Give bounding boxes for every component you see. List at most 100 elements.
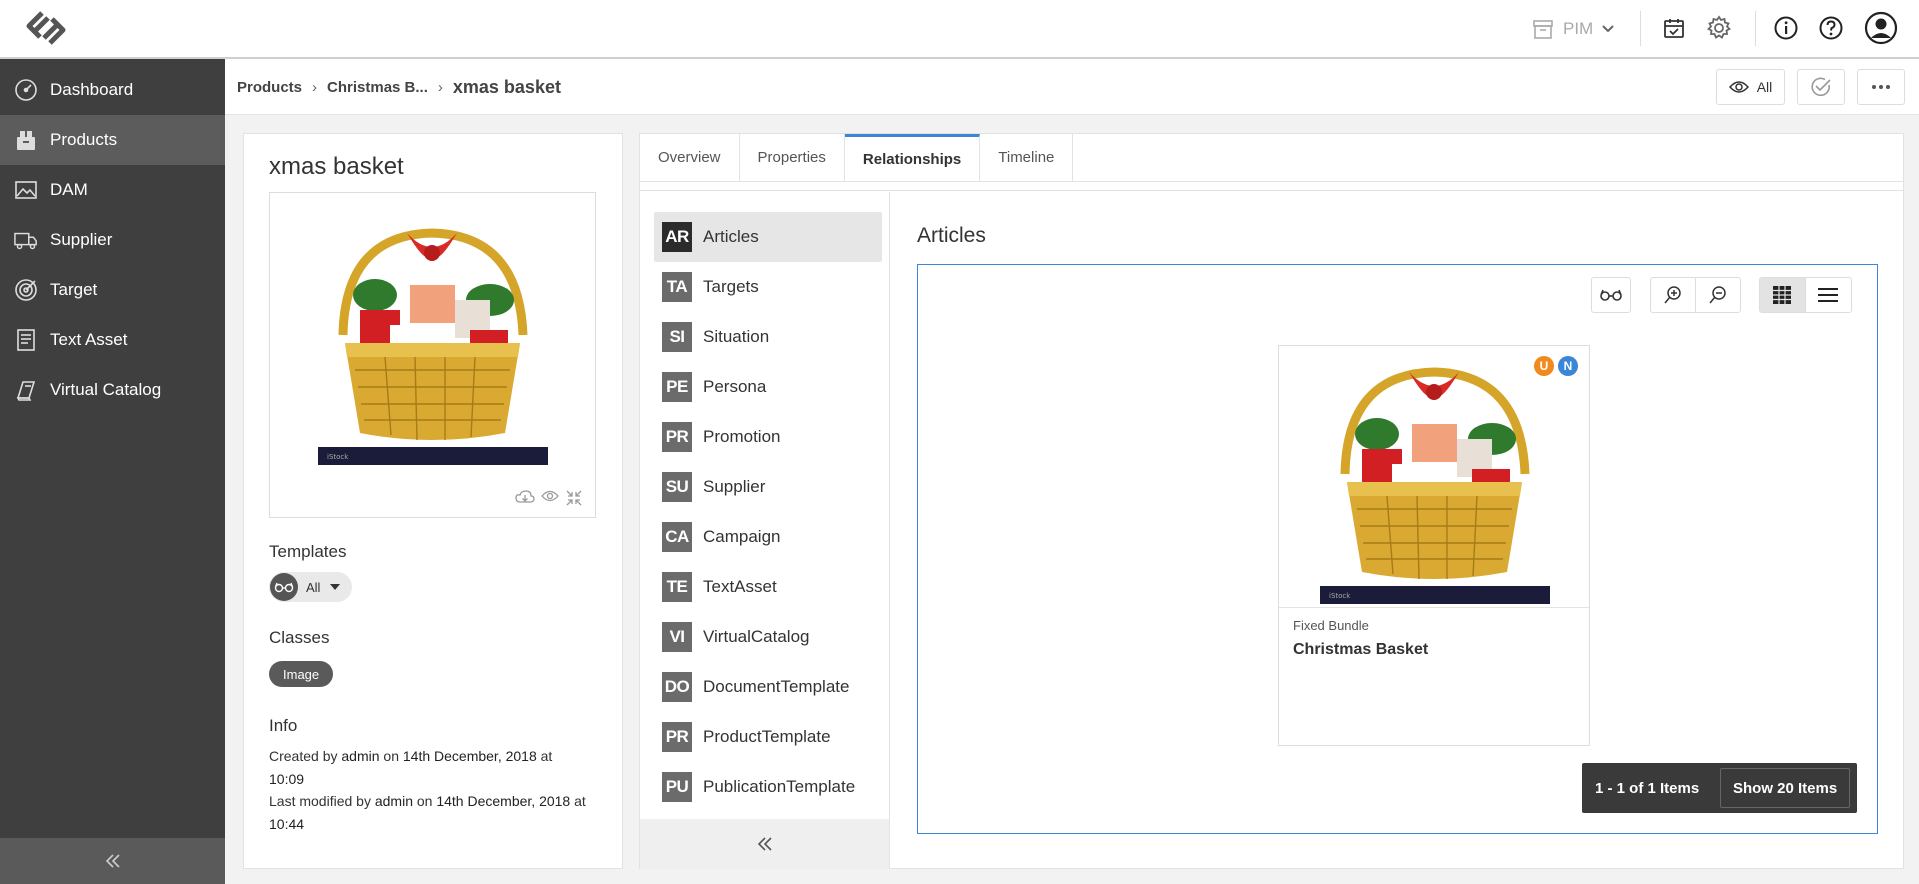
relationship-item-documenttemplate[interactable]: DO DocumentTemplate	[654, 662, 882, 712]
list-view-button[interactable]	[1806, 278, 1852, 312]
tab-bar: Overview Properties Relationships Timeli…	[640, 134, 1903, 182]
template-view-button[interactable]	[1591, 277, 1631, 313]
relationship-item-situation[interactable]: SI Situation	[654, 312, 882, 362]
sidebar-item-dam[interactable]: DAM	[0, 165, 225, 215]
tab-properties[interactable]: Properties	[740, 134, 845, 181]
sidebar-item-products[interactable]: Products	[0, 115, 225, 165]
relationship-label: TextAsset	[703, 577, 777, 596]
relationship-item-virtualcatalog[interactable]: VI VirtualCatalog	[654, 612, 882, 662]
cloud-download-icon[interactable]	[515, 489, 535, 505]
relationship-item-promotion[interactable]: PR Promotion	[654, 412, 882, 462]
box-icon	[14, 128, 38, 152]
classes-label: Classes	[269, 628, 330, 647]
zoom-in-button[interactable]	[1651, 278, 1696, 312]
gear-icon[interactable]	[1705, 14, 1733, 42]
book-icon	[14, 378, 38, 402]
relationship-code: AR	[662, 222, 692, 252]
collapse-arrows-icon[interactable]	[565, 489, 583, 507]
sidebar-item-label: DAM	[50, 180, 88, 199]
relationship-label: Situation	[703, 327, 770, 346]
eye-icon	[1728, 81, 1749, 93]
breadcrumb-products[interactable]: Products	[237, 79, 302, 96]
breadcrumb-separator: ›	[312, 78, 318, 96]
relationship-label: Persona	[703, 377, 767, 396]
zoom-in-icon	[1664, 286, 1681, 304]
article-type: Fixed Bundle	[1293, 618, 1369, 633]
sidebar-item-dashboard[interactable]: Dashboard	[0, 65, 225, 115]
relationship-item-supplier[interactable]: SU Supplier	[654, 462, 882, 512]
zoom-out-button[interactable]	[1696, 278, 1741, 312]
relationship-label: Supplier	[703, 477, 766, 496]
product-info-panel: xmas basket iStock Templates All Classes…	[243, 133, 623, 869]
article-image: iStock	[1320, 367, 1550, 604]
modified-time: 10:44	[269, 815, 305, 832]
relationship-label: ProductTemplate	[703, 727, 831, 746]
tab-timeline[interactable]: Timeline	[980, 134, 1074, 181]
approve-button[interactable]	[1797, 69, 1845, 105]
relationship-label: Campaign	[703, 527, 781, 546]
view-all-button[interactable]: All	[1716, 69, 1785, 105]
relationship-item-articles[interactable]: AR Articles	[654, 212, 882, 262]
user-avatar-icon[interactable]	[1864, 11, 1898, 45]
created-on: on	[383, 748, 399, 764]
help-icon[interactable]	[1817, 14, 1845, 42]
modified-on: on	[416, 793, 433, 809]
created-at: at	[540, 748, 553, 764]
tab-overview[interactable]: Overview	[640, 134, 740, 181]
relationship-code: CA	[662, 522, 692, 552]
templates-label: Templates	[269, 542, 347, 561]
status-badge-u: U	[1534, 356, 1554, 376]
templates-dropdown[interactable]: All	[269, 572, 352, 602]
eye-icon[interactable]	[541, 489, 559, 503]
view-mode-toggle	[1759, 277, 1852, 313]
truck-icon	[14, 228, 38, 252]
sidebar-item-text-asset[interactable]: Text Asset	[0, 315, 225, 365]
calendar-check-icon[interactable]	[1660, 14, 1688, 42]
relationship-item-producttemplate[interactable]: PR ProductTemplate	[654, 712, 882, 762]
relationship-item-persona[interactable]: PE Persona	[654, 362, 882, 412]
created-date: 14th December, 2018	[402, 748, 537, 764]
sidebar-collapse-button[interactable]	[0, 838, 225, 884]
relationship-code: PU	[662, 772, 692, 802]
double-chevron-left-icon	[105, 854, 120, 868]
breadcrumb-christmas-basket[interactable]: Christmas B...	[327, 79, 428, 96]
divider	[1755, 11, 1756, 46]
check-circle-icon	[1811, 77, 1831, 97]
list-icon	[1818, 288, 1839, 302]
sidebar: Dashboard Products DAM Supplier Target T…	[0, 59, 225, 884]
module-switcher[interactable]: PIM	[1531, 0, 1615, 57]
relationship-code: SU	[662, 472, 692, 502]
article-card[interactable]: iStock U N Fixed Bundle Christmas Basket	[1278, 345, 1590, 746]
info-details: Created by admin on 14th December, 2018 …	[269, 745, 589, 835]
relationship-item-campaign[interactable]: CA Campaign	[654, 512, 882, 562]
sidebar-item-supplier[interactable]: Supplier	[0, 215, 225, 265]
sidebar-item-virtual-catalog[interactable]: Virtual Catalog	[0, 365, 225, 415]
tab-relationships[interactable]: Relationships	[844, 134, 981, 181]
relationship-code: PR	[662, 422, 692, 452]
relationship-item-targets[interactable]: TA Targets	[654, 262, 882, 312]
relationship-label: VirtualCatalog	[703, 627, 810, 646]
logo-icon[interactable]	[22, 10, 70, 46]
modified-user: admin	[374, 793, 413, 809]
sidebar-item-target[interactable]: Target	[0, 265, 225, 315]
sidebar-item-label: Virtual Catalog	[50, 380, 162, 399]
info-icon[interactable]	[1772, 14, 1800, 42]
relationship-item-textasset[interactable]: TE TextAsset	[654, 562, 882, 612]
relationship-list-collapse-button[interactable]	[640, 819, 889, 869]
relationship-label: DocumentTemplate	[703, 677, 850, 696]
speedometer-icon	[14, 78, 38, 102]
zoom-out-icon	[1709, 286, 1726, 304]
more-options-button[interactable]	[1857, 69, 1905, 105]
sidebar-item-label: Supplier	[50, 230, 113, 249]
created-time: 10:09	[269, 770, 305, 787]
grid-icon	[1773, 286, 1792, 304]
svg-text:iStock: iStock	[1329, 592, 1351, 600]
sidebar-item-label: Text Asset	[50, 330, 128, 349]
grid-view-button[interactable]	[1760, 278, 1806, 312]
class-badge[interactable]: Image	[269, 661, 334, 687]
product-image[interactable]: iStock	[315, 215, 550, 465]
breadcrumb-current: xmas basket	[452, 76, 561, 97]
page-size-button[interactable]: Show 20 Items	[1720, 768, 1851, 808]
relationship-item-publicationtemplate[interactable]: PU PublicationTemplate	[654, 762, 882, 812]
target-icon	[14, 278, 38, 302]
